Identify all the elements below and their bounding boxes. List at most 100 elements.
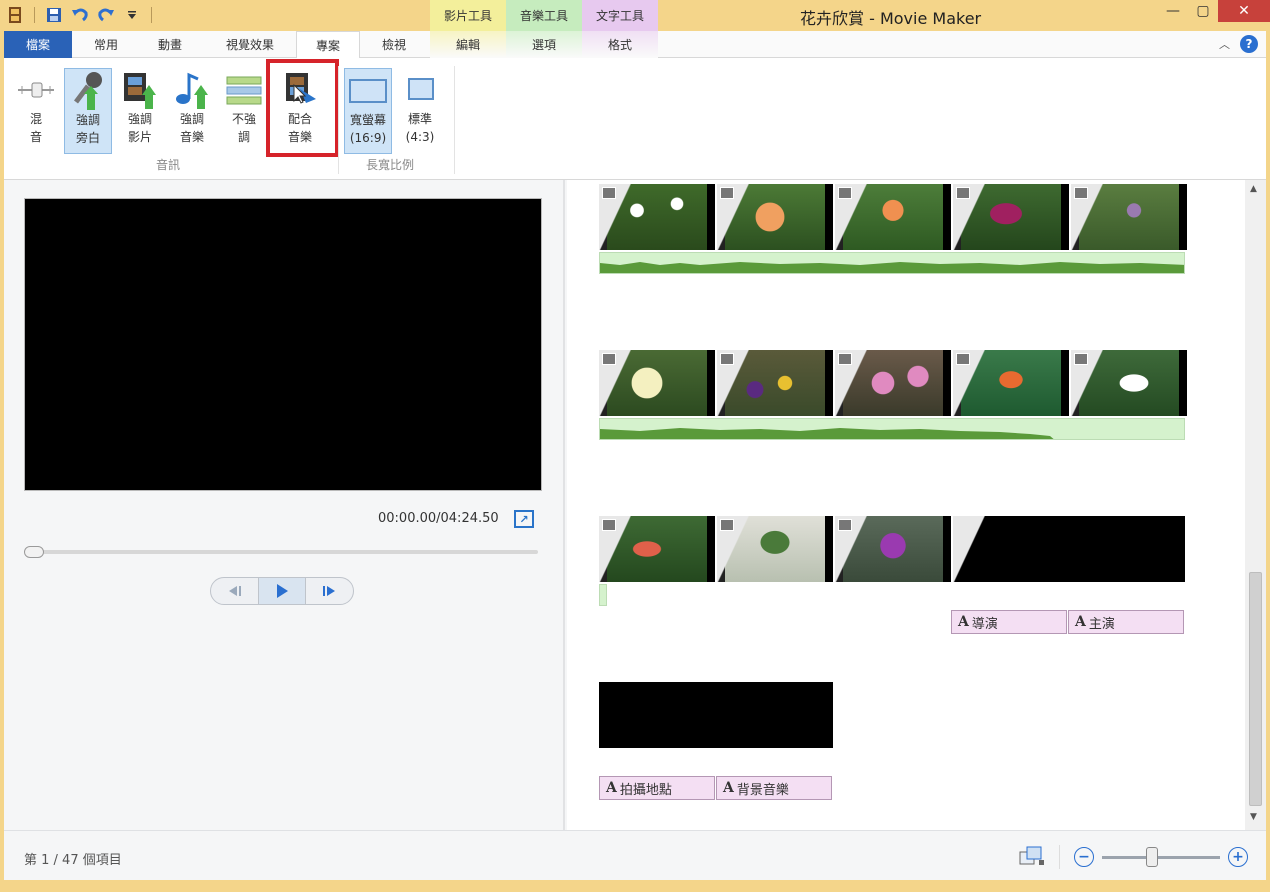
zoom-out-icon[interactable]: −	[1074, 847, 1094, 867]
video-clip[interactable]	[953, 350, 1069, 416]
clip-edge	[1179, 350, 1187, 416]
clip-edge	[1179, 184, 1187, 250]
tab-options[interactable]: 選項	[506, 31, 582, 58]
audio-mix-button[interactable]: 混 音	[12, 68, 60, 154]
storyboard: A 導演 A 主演 A 拍攝地點 A 背景音樂	[567, 180, 1245, 830]
tab-edit[interactable]: 編輯	[430, 31, 506, 58]
tab-animation[interactable]: 動畫	[138, 31, 202, 58]
text-caption-label: 背景音樂	[736, 782, 789, 798]
no-emphasis-icon	[224, 70, 264, 110]
next-frame-icon[interactable]	[306, 578, 353, 604]
widescreen-button[interactable]: 寬螢幕 (16:9)	[344, 68, 392, 154]
save-icon[interactable]	[43, 4, 65, 26]
emphasize-video-label: 強調 影片	[127, 112, 152, 144]
emphasize-video-button[interactable]: 強調 影片	[116, 68, 164, 154]
standard-aspect-button[interactable]: 標準 (4:3)	[396, 68, 444, 154]
film-emphasis-icon	[120, 70, 160, 110]
black-title-clip[interactable]	[953, 516, 1185, 582]
video-clip[interactable]	[835, 516, 951, 582]
qat-separator	[151, 7, 152, 23]
clip-badge-icon	[720, 519, 734, 531]
vertical-scrollbar[interactable]: ▲ ▼	[1245, 180, 1266, 830]
context-video-tools: 影片工具	[430, 0, 506, 31]
emphasize-music-button[interactable]: 強調 音樂	[168, 68, 216, 154]
video-clip[interactable]	[835, 350, 951, 416]
fullscreen-icon[interactable]: ↗	[514, 510, 534, 528]
emphasize-narration-label: 強調 旁白	[75, 113, 100, 145]
text-caption-director[interactable]: A 導演	[951, 610, 1067, 634]
no-emphasis-button[interactable]: 不強 調	[220, 68, 268, 154]
storyboard-row	[599, 350, 1187, 442]
play-icon[interactable]	[257, 578, 307, 604]
tab-home[interactable]: 常用	[74, 31, 138, 58]
black-title-clip[interactable]	[599, 682, 833, 748]
minimize-button[interactable]: —	[1158, 0, 1188, 22]
seek-thumb[interactable]	[24, 546, 44, 558]
zoom-divider	[1059, 845, 1060, 869]
text-caption-location[interactable]: A 拍攝地點	[599, 776, 715, 800]
text-caption-bgm[interactable]: A 背景音樂	[716, 776, 832, 800]
app-menu-icon[interactable]	[4, 4, 26, 26]
tab-visual-effects[interactable]: 視覺效果	[204, 31, 296, 58]
audio-mix-label: 混 音	[29, 112, 42, 144]
undo-icon[interactable]	[69, 4, 91, 26]
video-clip[interactable]	[599, 350, 715, 416]
emphasize-narration-button[interactable]: 強調 旁白	[64, 68, 112, 154]
standard-aspect-icon	[400, 70, 440, 110]
clip-edge	[707, 516, 715, 582]
text-caption-label: 拍攝地點	[619, 782, 672, 798]
clip-badge-icon	[838, 353, 852, 365]
thumbnail-size-icon[interactable]	[1019, 846, 1045, 869]
help-area: ︿ ?	[1219, 35, 1258, 53]
video-clip[interactable]	[717, 516, 833, 582]
video-clip[interactable]	[953, 184, 1069, 250]
video-clip[interactable]	[1071, 184, 1187, 250]
video-preview[interactable]	[24, 198, 542, 491]
video-clip[interactable]	[1071, 350, 1187, 416]
scroll-down-icon[interactable]: ▼	[1250, 812, 1257, 822]
tab-view[interactable]: 檢視	[362, 31, 426, 58]
music-waveform[interactable]	[599, 252, 1185, 274]
video-clip[interactable]	[717, 184, 833, 250]
text-caption-icon: A	[606, 780, 617, 796]
zoom-thumb[interactable]	[1146, 846, 1158, 867]
no-emphasis-label: 不強 調	[231, 112, 256, 144]
status-bar: 第 1 / 47 個項目 − +	[4, 830, 1266, 880]
music-waveform[interactable]	[599, 418, 1185, 440]
clip-edge	[825, 516, 833, 582]
text-caption-row: A 導演 A 主演	[951, 610, 1185, 634]
help-icon[interactable]: ?	[1240, 35, 1258, 53]
clip-badge-icon	[838, 519, 852, 531]
collapse-ribbon-icon[interactable]: ︿	[1219, 36, 1230, 52]
scroll-thumb[interactable]	[1249, 572, 1262, 806]
customize-qat-icon[interactable]	[121, 4, 143, 26]
preview-pane: 00:00.00/04:24.50 ↗	[4, 180, 560, 830]
video-clip[interactable]	[717, 350, 833, 416]
tab-file[interactable]: 檔案	[4, 31, 72, 58]
redo-icon[interactable]	[95, 4, 117, 26]
video-clip[interactable]	[599, 516, 715, 582]
window-title: 花卉欣賞 - Movie Maker	[800, 9, 982, 28]
video-clip[interactable]	[599, 184, 715, 250]
clip-badge-icon	[720, 353, 734, 365]
clip-edge	[707, 350, 715, 416]
scroll-up-icon[interactable]: ▲	[1250, 184, 1257, 194]
tab-format[interactable]: 格式	[582, 31, 658, 58]
zoom-in-icon[interactable]: +	[1228, 847, 1248, 867]
pane-divider[interactable]	[563, 180, 565, 830]
clip-edge	[1061, 350, 1069, 416]
clip-badge-icon	[1074, 353, 1088, 365]
clip-edge	[1061, 184, 1069, 250]
seek-bar[interactable]	[26, 550, 538, 554]
close-button[interactable]: ✕	[1218, 0, 1270, 22]
zoom-slider[interactable]	[1102, 846, 1220, 867]
video-clip[interactable]	[835, 184, 951, 250]
tab-project[interactable]: 專案	[296, 31, 360, 59]
text-caption-icon: A	[1075, 614, 1086, 630]
previous-frame-icon[interactable]	[211, 578, 258, 604]
maximize-button[interactable]: ▢	[1188, 0, 1218, 22]
item-count: 第 1 / 47 個項目	[24, 853, 122, 868]
music-waveform-end[interactable]	[599, 584, 607, 606]
text-caption-starring[interactable]: A 主演	[1068, 610, 1184, 634]
title-bar: 影片工具 音樂工具 文字工具 花卉欣賞 - Movie Maker — ▢ ✕	[0, 0, 1270, 31]
